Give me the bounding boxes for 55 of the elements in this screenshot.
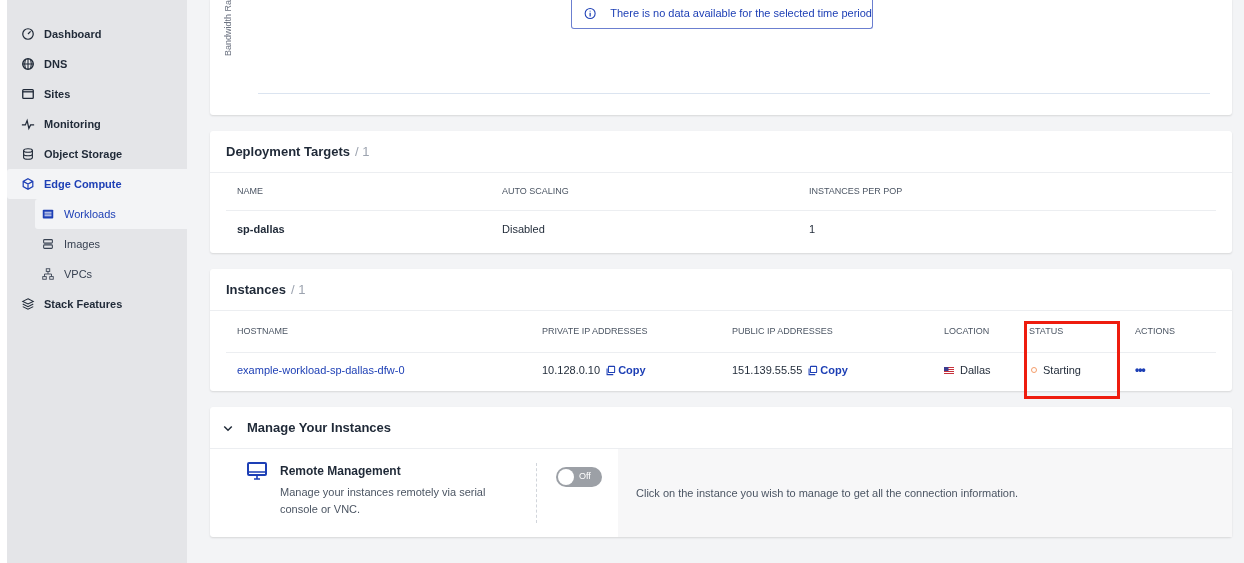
- column-header: NAME: [236, 184, 264, 198]
- sidebar-item[interactable]: Workloads: [35, 199, 187, 229]
- status-text: Starting: [1043, 362, 1081, 378]
- column-header: ACTIONS: [1134, 324, 1176, 338]
- flag-icon: [944, 366, 954, 374]
- globe-icon: [21, 57, 35, 71]
- copy-button[interactable]: Copy: [605, 361, 646, 379]
- table-cell-text: sp-dallas: [236, 221, 286, 237]
- sidebar-item[interactable]: Stack Features: [7, 289, 187, 319]
- database-icon: [21, 147, 35, 161]
- item-count: / 1: [355, 142, 370, 161]
- sidebar-item[interactable]: Object Storage: [7, 139, 187, 169]
- hostname-link[interactable]: example-workload-sp-dallas-dfw-0: [226, 361, 531, 379]
- item-count: / 1: [291, 280, 306, 299]
- pulse-icon: [21, 117, 35, 131]
- info-icon: [584, 7, 597, 20]
- column-header: PRIVATE IP ADDRESSES: [541, 324, 649, 338]
- sidebar-item[interactable]: Dashboard: [7, 19, 187, 49]
- layers-icon: [21, 297, 35, 311]
- sidebar-item[interactable]: Edge Compute: [7, 169, 187, 199]
- ip-address: 151.139.55.55: [732, 362, 803, 378]
- column-header: AUTO SCALING: [501, 184, 570, 198]
- axis-label: Bandwidth Ra: [222, 0, 235, 59]
- card-title: Instances: [226, 280, 286, 299]
- card-title: Deployment Targets: [226, 142, 350, 161]
- section-title: Remote Management: [280, 463, 402, 480]
- column-header: PUBLIC IP ADDRESSES: [731, 324, 834, 338]
- cube-icon: [21, 177, 35, 191]
- copy-icon: [605, 364, 617, 376]
- copy-button[interactable]: Copy: [807, 361, 848, 379]
- notice-text: There is no data available for the selected time period: [610, 6, 872, 22]
- location-text: Dallas: [960, 362, 991, 378]
- column-header: INSTANCES PER POP: [808, 184, 904, 198]
- list-icon: [41, 207, 55, 221]
- table-cell-text: 1: [808, 221, 817, 237]
- network-icon: [41, 267, 55, 281]
- description-text: Manage your instances remotely via serial console or VNC.: [280, 485, 487, 517]
- card-title: Manage Your Instances: [247, 418, 391, 437]
- sidebar-item[interactable]: Monitoring: [7, 109, 187, 139]
- hint-text: Click on the instance you wish to manage to get all the connection information.: [636, 485, 1019, 501]
- column-header: LOCATION: [943, 324, 991, 338]
- monitor-icon: [247, 462, 267, 480]
- ip-address: 10.128.0.10: [542, 362, 601, 378]
- window-icon: [21, 87, 35, 101]
- column-header: HOSTNAME: [236, 324, 289, 338]
- column-header: STATUS: [1028, 324, 1065, 338]
- table-cell-text: Disabled: [501, 221, 546, 237]
- more-actions-button[interactable]: •••: [1124, 361, 1216, 379]
- sidebar-item[interactable]: VPCs: [35, 259, 187, 289]
- sidebar-item[interactable]: Images: [35, 229, 187, 259]
- copy-icon: [807, 364, 819, 376]
- sidebar-item[interactable]: Sites: [7, 79, 187, 109]
- sidebar-item[interactable]: DNS: [7, 49, 187, 79]
- stack-icon: [41, 237, 55, 251]
- gauge-icon: [21, 27, 35, 41]
